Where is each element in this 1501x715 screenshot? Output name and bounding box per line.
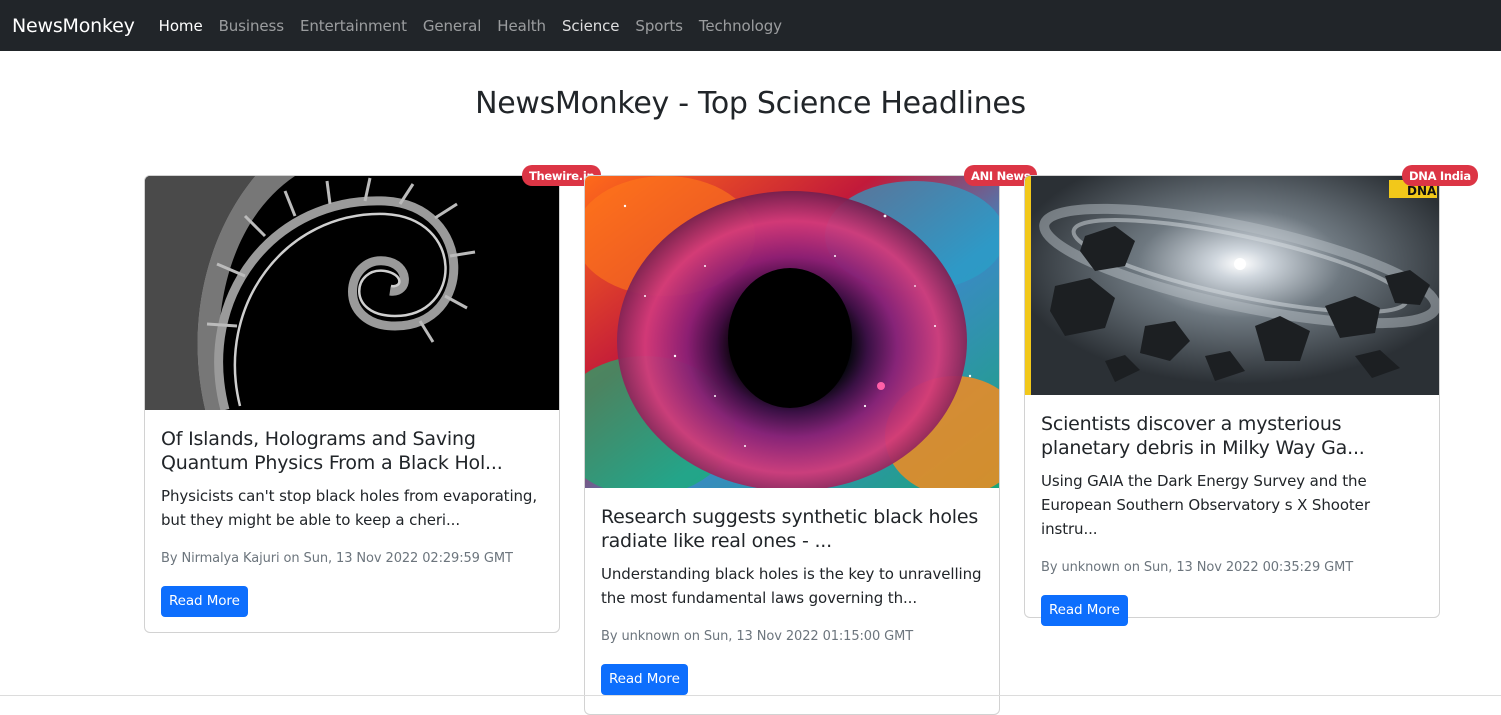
- brand-logo[interactable]: NewsMonkey: [12, 15, 135, 37]
- black-hole-nebula-image: [585, 176, 999, 488]
- card-author-date: By unknown on Sun, 13 Nov 2022 00:35:29 …: [1041, 560, 1354, 575]
- news-card: Thewire.in Of Islands, Holograms and Sav…: [144, 165, 602, 633]
- spiral-fractal-image: [145, 176, 559, 410]
- card-body: Of Islands, Holograms and Saving Quantum…: [161, 427, 543, 617]
- read-more-button[interactable]: Read More: [1041, 595, 1128, 626]
- read-more-button[interactable]: Read More: [161, 586, 248, 617]
- news-card: ANI News Research suggests synthetic bla…: [584, 165, 1038, 715]
- news-card: DNA DNA India Scientists discover a myst…: [1024, 165, 1478, 626]
- navbar: NewsMonkey Home Business Entertainment G…: [0, 0, 1501, 51]
- dna-logo: DNA: [1407, 184, 1437, 198]
- nav-link-science[interactable]: Science: [562, 17, 620, 35]
- card-description: Understanding black holes is the key to …: [601, 565, 982, 607]
- nav-link-health[interactable]: Health: [497, 17, 546, 35]
- card-description: Physicists can't stop black holes from e…: [161, 487, 538, 529]
- page-bottom-divider: [0, 695, 1501, 696]
- nav-link-entertainment[interactable]: Entertainment: [300, 17, 407, 35]
- card-title: Scientists discover a mysterious planeta…: [1041, 413, 1365, 459]
- card-body: Scientists discover a mysterious planeta…: [1041, 412, 1423, 626]
- planetary-debris-image: DNA: [1025, 176, 1439, 395]
- card-title: Research suggests synthetic black holes …: [601, 506, 979, 552]
- nav-link-home[interactable]: Home: [159, 17, 203, 35]
- card-title: Of Islands, Holograms and Saving Quantum…: [161, 428, 503, 474]
- nav-link-business[interactable]: Business: [219, 17, 284, 35]
- page-title: NewsMonkey - Top Science Headlines: [475, 86, 1026, 121]
- card-author-date: By Nirmalya Kajuri on Sun, 13 Nov 2022 0…: [161, 551, 513, 566]
- nav-link-technology[interactable]: Technology: [699, 17, 782, 35]
- card-body: Research suggests synthetic black holes …: [601, 505, 983, 695]
- card-author-date: By unknown on Sun, 13 Nov 2022 01:15:00 …: [601, 629, 914, 644]
- read-more-button[interactable]: Read More: [601, 664, 688, 695]
- nav-link-sports[interactable]: Sports: [635, 17, 683, 35]
- nav-link-general[interactable]: General: [423, 17, 482, 35]
- card-description: Using GAIA the Dark Energy Survey and th…: [1041, 472, 1370, 538]
- source-badge: DNA India: [1402, 165, 1478, 186]
